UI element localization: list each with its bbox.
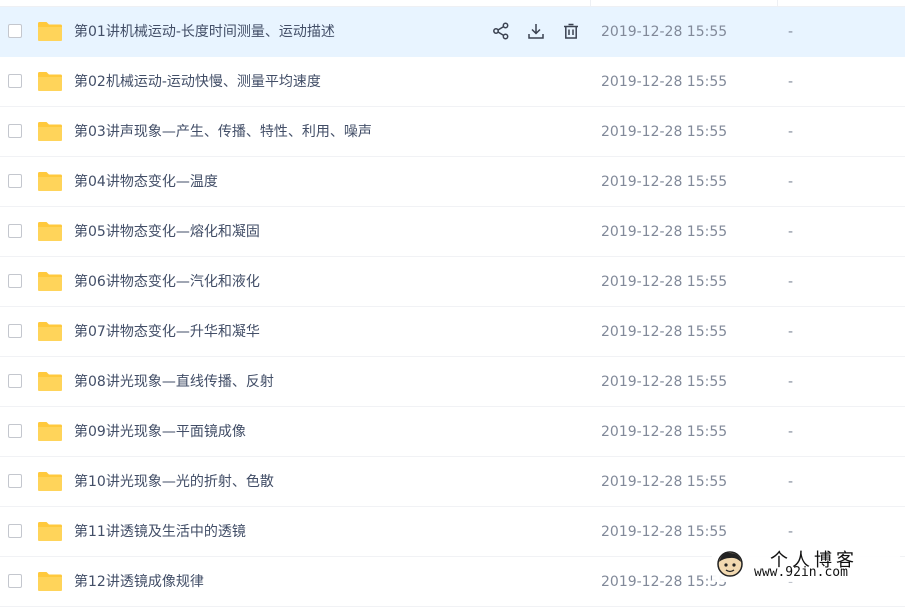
file-size: - bbox=[788, 424, 794, 440]
file-size: - bbox=[788, 74, 794, 90]
file-size: - bbox=[788, 174, 794, 190]
file-name[interactable]: 第01讲机械运动-长度时间测量、运动描述 bbox=[74, 23, 335, 41]
folder-icon bbox=[38, 222, 62, 241]
table-row[interactable]: 第03讲声现象—产生、传播、特性、利用、噪声 2019-12-28 15:55 … bbox=[0, 107, 905, 157]
table-row[interactable]: 第10讲光现象—光的折射、色散 2019-12-28 15:55 - bbox=[0, 457, 905, 507]
folder-icon bbox=[38, 522, 62, 541]
modified-date: 2019-12-28 15:55 bbox=[601, 274, 728, 290]
row-checkbox[interactable] bbox=[8, 374, 22, 388]
row-checkbox[interactable] bbox=[8, 224, 22, 238]
table-row[interactable]: 第08讲光现象—直线传播、反射 2019-12-28 15:55 - bbox=[0, 357, 905, 407]
modified-date: 2019-12-28 15:55 bbox=[601, 524, 728, 540]
header-divider bbox=[777, 0, 778, 7]
table-row[interactable]: 第02机械运动-运动快慢、测量平均速度 2019-12-28 15:55 - bbox=[0, 57, 905, 107]
table-row[interactable]: 第05讲物态变化—熔化和凝固 2019-12-28 15:55 - bbox=[0, 207, 905, 257]
file-name[interactable]: 第12讲透镜成像规律 bbox=[74, 573, 204, 591]
file-size: - bbox=[788, 324, 794, 340]
table-row[interactable]: 第01讲机械运动-长度时间测量、运动描述 2019-12-28 15:55 - bbox=[0, 7, 905, 57]
table-header-edge bbox=[0, 0, 905, 7]
folder-icon bbox=[38, 122, 62, 141]
modified-date: 2019-12-28 15:55 bbox=[601, 474, 728, 490]
file-name[interactable]: 第03讲声现象—产生、传播、特性、利用、噪声 bbox=[74, 123, 372, 141]
folder-icon bbox=[38, 422, 62, 441]
modified-date: 2019-12-28 15:55 bbox=[601, 424, 728, 440]
folder-icon bbox=[38, 22, 62, 41]
folder-icon bbox=[38, 372, 62, 391]
row-checkbox[interactable] bbox=[8, 524, 22, 538]
file-name[interactable]: 第09讲光现象—平面镜成像 bbox=[74, 423, 246, 441]
modified-date: 2019-12-28 15:55 bbox=[601, 24, 728, 40]
table-row[interactable]: 第04讲物态变化—温度 2019-12-28 15:55 - bbox=[0, 157, 905, 207]
modified-date: 2019-12-28 15:55 bbox=[601, 224, 728, 240]
file-name[interactable]: 第10讲光现象—光的折射、色散 bbox=[74, 473, 274, 491]
file-name[interactable]: 第04讲物态变化—温度 bbox=[74, 173, 218, 191]
row-checkbox[interactable] bbox=[8, 424, 22, 438]
modified-date: 2019-12-28 15:55 bbox=[601, 124, 728, 140]
folder-icon bbox=[38, 72, 62, 91]
row-checkbox[interactable] bbox=[8, 324, 22, 338]
table-row[interactable]: 第06讲物态变化—汽化和液化 2019-12-28 15:55 - bbox=[0, 257, 905, 307]
header-divider bbox=[590, 0, 591, 7]
row-checkbox[interactable] bbox=[8, 24, 22, 38]
row-checkbox[interactable] bbox=[8, 474, 22, 488]
modified-date: 2019-12-28 15:55 bbox=[601, 374, 728, 390]
file-size: - bbox=[788, 524, 794, 540]
file-size: - bbox=[788, 274, 794, 290]
watermark-url: www.92in.com bbox=[754, 565, 848, 580]
trash-icon bbox=[564, 23, 578, 39]
modified-date: 2019-12-28 15:55 bbox=[601, 174, 728, 190]
file-size: - bbox=[788, 24, 794, 40]
file-size: - bbox=[788, 474, 794, 490]
modified-date: 2019-12-28 15:55 bbox=[601, 324, 728, 340]
file-name[interactable]: 第02机械运动-运动快慢、测量平均速度 bbox=[74, 73, 321, 91]
file-name[interactable]: 第05讲物态变化—熔化和凝固 bbox=[74, 223, 260, 241]
delete-button[interactable] bbox=[560, 20, 582, 42]
row-checkbox[interactable] bbox=[8, 174, 22, 188]
folder-icon bbox=[38, 572, 62, 591]
file-size: - bbox=[788, 124, 794, 140]
file-size: - bbox=[788, 224, 794, 240]
folder-icon bbox=[38, 322, 62, 341]
file-name[interactable]: 第08讲光现象—直线传播、反射 bbox=[74, 373, 274, 391]
share-button[interactable] bbox=[490, 20, 512, 42]
file-list: 第01讲机械运动-长度时间测量、运动描述 2019-12-28 15:55 - … bbox=[0, 7, 905, 607]
row-checkbox[interactable] bbox=[8, 124, 22, 138]
download-button[interactable] bbox=[525, 20, 547, 42]
avatar-icon bbox=[717, 551, 743, 577]
file-name[interactable]: 第07讲物态变化—升华和凝华 bbox=[74, 323, 260, 341]
modified-date: 2019-12-28 15:55 bbox=[601, 574, 728, 590]
file-name[interactable]: 第06讲物态变化—汽化和液化 bbox=[74, 273, 260, 291]
table-row[interactable]: 第09讲光现象—平面镜成像 2019-12-28 15:55 - bbox=[0, 407, 905, 457]
download-icon bbox=[528, 24, 544, 39]
folder-icon bbox=[38, 172, 62, 191]
site-watermark: 个人博客 www.92in.com bbox=[712, 546, 900, 582]
file-name[interactable]: 第11讲透镜及生活中的透镜 bbox=[74, 523, 246, 541]
modified-date: 2019-12-28 15:55 bbox=[601, 74, 728, 90]
row-checkbox[interactable] bbox=[8, 274, 22, 288]
file-size: - bbox=[788, 374, 794, 390]
table-row[interactable]: 第07讲物态变化—升华和凝华 2019-12-28 15:55 - bbox=[0, 307, 905, 357]
folder-icon bbox=[38, 472, 62, 491]
row-checkbox[interactable] bbox=[8, 74, 22, 88]
folder-icon bbox=[38, 272, 62, 291]
share-icon bbox=[493, 22, 509, 40]
row-actions bbox=[490, 20, 582, 42]
